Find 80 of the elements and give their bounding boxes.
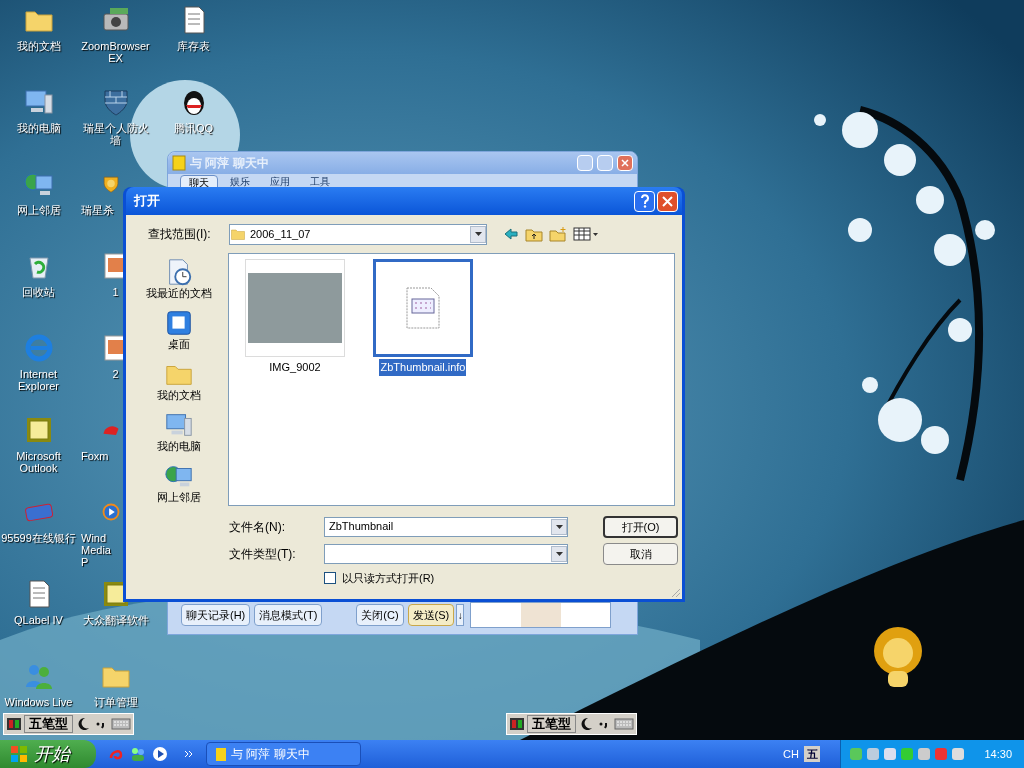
new-folder-icon[interactable]	[549, 226, 567, 242]
desktop-icon-label[interactable]: 我的电脑	[0, 122, 77, 134]
file-name-field[interactable]: ZbThumbnail	[324, 516, 568, 537]
tab[interactable]: 娱乐	[222, 175, 258, 188]
places-item[interactable]: 网上邻居	[156, 457, 201, 508]
look-in-label: 查找范围(I):	[147, 226, 212, 243]
send-options-button[interactable]: ↓	[456, 604, 465, 626]
file-type-label: 文件类型(T):	[229, 545, 297, 563]
ime-logo-icon[interactable]	[6, 716, 22, 732]
media-player-icon[interactable]	[152, 746, 168, 762]
desktop-icon-label[interactable]: 瑞星杀	[77, 204, 121, 216]
chat-button[interactable]: 关闭(C)	[356, 604, 404, 626]
caret-icon	[555, 551, 563, 556]
chat-button[interactable]: 消息模式(T)	[254, 604, 323, 626]
file-thumbnail[interactable]	[372, 259, 473, 357]
windows-logo-icon	[10, 745, 28, 763]
minimize-button[interactable]	[577, 155, 593, 171]
desktop-icon-label[interactable]: 回收站	[0, 286, 77, 298]
input-mode-button[interactable]: 五笔型	[24, 715, 73, 733]
checkbox[interactable]	[324, 572, 336, 585]
dialog-title: 打开	[132, 192, 160, 211]
file-name[interactable]: ZbThumbnail.info	[379, 359, 467, 376]
question-mark-icon	[639, 194, 650, 208]
desktop-icon-label[interactable]: 我的文档	[0, 40, 77, 52]
tray-icon[interactable]	[917, 747, 931, 761]
tray-icon[interactable]	[951, 747, 965, 761]
file-name[interactable]: IMG_9002	[268, 359, 322, 376]
places-item[interactable]: 我最近的文档	[145, 253, 212, 304]
checkbox-label: 以只读方式打开(R)	[342, 571, 435, 586]
caret-icon	[555, 524, 563, 529]
ime-logo-icon[interactable]	[509, 716, 525, 732]
desktop-icon-label[interactable]: Wind Media P	[77, 532, 121, 568]
desktop-icon-label[interactable]: ZoomBrowser EX	[77, 40, 154, 64]
dialog-button[interactable]: 打开(O)	[603, 516, 678, 538]
window-title: 与 阿萍 聊天中	[190, 155, 269, 172]
folder-icon	[230, 226, 246, 242]
desktop-icon-label[interactable]: Internet Explorer	[0, 368, 77, 392]
chevron-icon[interactable]	[184, 749, 194, 759]
look-in-dropdown[interactable]: 2006_11_07	[229, 223, 487, 245]
caret-icon	[474, 232, 482, 236]
tray-icon[interactable]	[883, 747, 897, 761]
tray-icon[interactable]	[866, 747, 880, 761]
start-button[interactable]: 开始	[0, 740, 96, 768]
view-menu-icon[interactable]	[573, 226, 599, 242]
places-item[interactable]: 我的电脑	[156, 406, 201, 457]
places-item[interactable]: 桌面	[163, 304, 194, 355]
note-icon	[172, 155, 186, 171]
language-indicator[interactable]: CH	[783, 745, 799, 763]
close-button[interactable]	[617, 155, 633, 171]
chat-button[interactable]: 发送(S)	[407, 604, 455, 626]
input-mode-button[interactable]: 五笔型	[527, 715, 576, 733]
figure-placeholder	[520, 603, 561, 627]
file-name-label: 文件名(N):	[229, 518, 286, 536]
close-button[interactable]	[657, 190, 678, 212]
tab[interactable]: 应用	[262, 175, 298, 188]
up-folder-icon[interactable]	[525, 226, 543, 242]
look-in-value: 2006_11_07	[250, 226, 312, 242]
people-icon[interactable]	[130, 746, 146, 762]
places-item[interactable]: 我的文档	[156, 355, 201, 406]
maximize-button[interactable]	[597, 155, 613, 171]
desktop-icon-label[interactable]: 95599在线银行	[0, 532, 77, 544]
dialog-button[interactable]: 取消	[603, 543, 678, 565]
desktop-icon-label[interactable]: QLabel IV	[0, 614, 77, 626]
file-icon	[404, 286, 441, 330]
clock: 14:30	[984, 746, 1012, 762]
desktop-icon-label[interactable]: Foxm	[77, 450, 121, 462]
task-button[interactable]: 与 阿萍 聊天中	[206, 742, 361, 766]
close-icon	[621, 159, 629, 167]
resize-grip-icon[interactable]	[670, 587, 681, 598]
desktop-icon-label[interactable]: 网上邻居	[0, 204, 77, 216]
back-arrow-icon[interactable]	[503, 226, 519, 242]
help-button[interactable]	[634, 190, 655, 212]
desktop-icon-label[interactable]: 库存表	[155, 40, 232, 52]
tab[interactable]: 工具	[302, 175, 338, 188]
close-icon	[662, 195, 673, 207]
chat-button[interactable]: 聊天记录(H)	[181, 604, 251, 626]
player-icon	[101, 502, 121, 522]
ime-indicator[interactable]: 五	[804, 746, 820, 762]
note-icon	[215, 746, 227, 762]
desktop-icon-label[interactable]: Microsoft Outlook	[0, 450, 77, 474]
